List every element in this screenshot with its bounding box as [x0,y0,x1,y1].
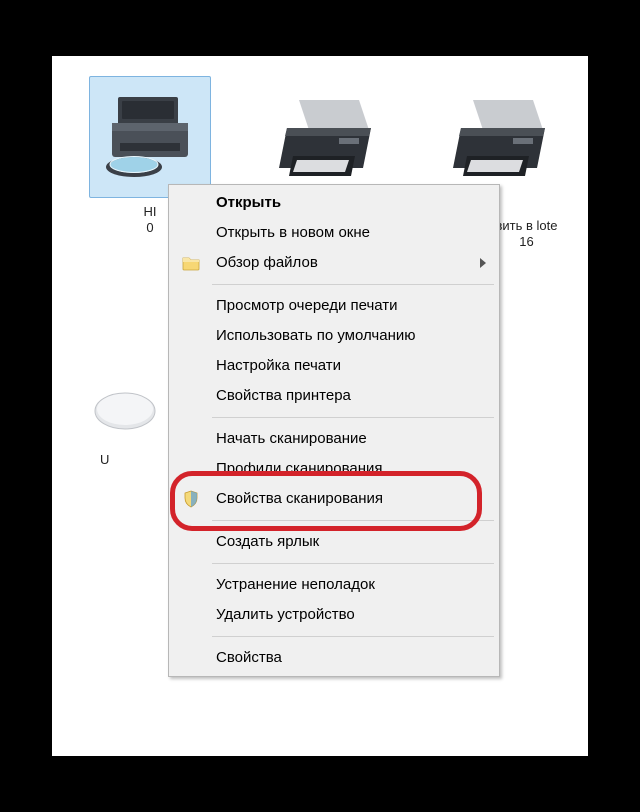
menu-separator [212,284,494,285]
printer-icon [443,90,553,185]
menu-scan-profiles-label: Профили сканирования... [216,460,395,477]
menu-open-label: Открыть [216,194,281,211]
menu-create-shortcut-label: Создать ярлык [216,533,319,550]
devices-window: HI 0 [52,56,588,756]
device-unknown[interactable]: U [80,386,170,468]
menu-start-scan[interactable]: Начать сканирование [172,424,496,454]
menu-set-default[interactable]: Использовать по умолчанию [172,321,496,351]
menu-printer-props-label: Свойства принтера [216,387,351,404]
menu-remove-device[interactable]: Удалить устройство [172,600,496,630]
folder-icon [180,252,202,274]
printer-icon [269,90,379,185]
menu-set-default-label: Использовать по умолчанию [216,327,415,344]
menu-browse-files-label: Обзор файлов [216,254,318,271]
menu-browse-files[interactable]: Обзор файлов [172,248,496,278]
menu-separator [212,563,494,564]
menu-create-shortcut[interactable]: Создать ярлык [172,527,496,557]
context-menu: Открыть Открыть в новом окне Обзор файло… [168,184,500,677]
chevron-right-icon [480,258,486,268]
menu-print-setup-label: Настройка печати [216,357,341,374]
device-unknown-thumbnail [80,386,170,446]
menu-scan-profiles[interactable]: Профили сканирования... [172,454,496,484]
menu-scan-props-label: Свойства сканирования [216,490,383,507]
device-printer-2-thumbnail [437,76,559,198]
menu-print-queue[interactable]: Просмотр очереди печати [172,291,496,321]
device-unknown-label: U [100,452,170,468]
menu-open[interactable]: Открыть [172,188,496,218]
menu-start-scan-label: Начать сканирование [216,430,367,447]
shield-icon [180,488,202,510]
menu-separator [212,520,494,521]
menu-printer-properties[interactable]: Свойства принтера [172,381,496,411]
menu-troubleshoot[interactable]: Устранение неполадок [172,570,496,600]
menu-separator [212,636,494,637]
device-printer-1-thumbnail [263,76,385,198]
mfp-icon [100,87,200,187]
menu-troubleshoot-label: Устранение неполадок [216,576,375,593]
menu-properties-label: Свойства [216,649,282,666]
menu-print-setup[interactable]: Настройка печати [172,351,496,381]
menu-print-queue-label: Просмотр очереди печати [216,297,398,314]
menu-open-new-label: Открыть в новом окне [216,224,370,241]
menu-scan-properties[interactable]: Свойства сканирования [172,484,496,514]
device-generic-icon [90,391,160,441]
menu-open-new-window[interactable]: Открыть в новом окне [172,218,496,248]
menu-remove-device-label: Удалить устройство [216,606,355,623]
device-mfp-thumbnail [89,76,211,198]
menu-separator [212,417,494,418]
menu-properties[interactable]: Свойства [172,643,496,673]
